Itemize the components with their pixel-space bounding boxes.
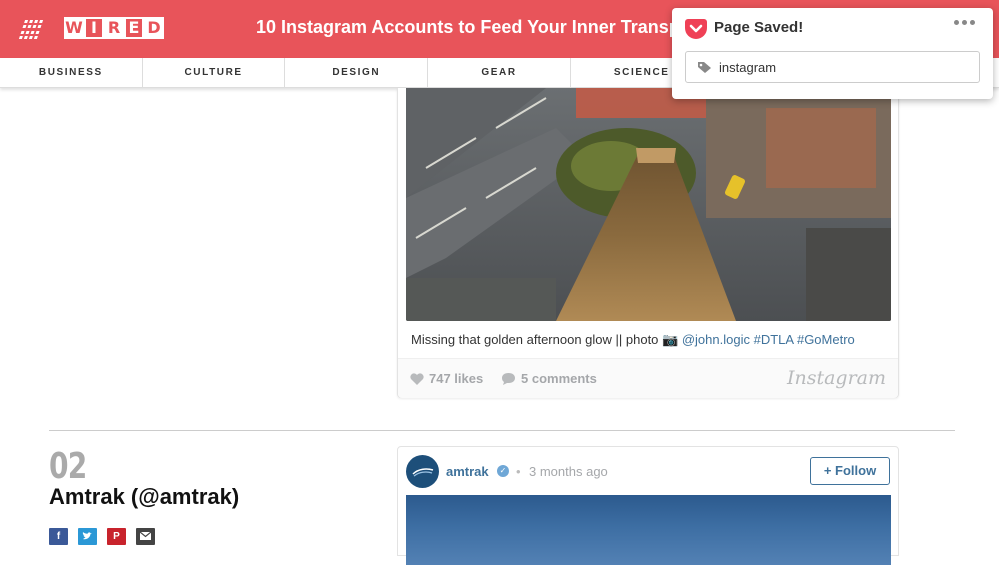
- verified-badge-icon: ✓: [497, 465, 509, 477]
- logo-letter: R: [104, 17, 124, 39]
- pinterest-icon[interactable]: P: [107, 528, 126, 545]
- caption-text: Missing that golden afternoon glow || ph…: [411, 332, 679, 347]
- post-timestamp[interactable]: 3 months ago: [529, 464, 608, 479]
- post-photo[interactable]: [406, 495, 891, 565]
- email-icon[interactable]: [136, 528, 155, 545]
- tag-chip[interactable]: instagram: [719, 60, 776, 75]
- nav-item-design[interactable]: DESIGN: [285, 58, 429, 88]
- list-number: 02: [49, 446, 87, 487]
- instagram-embed: amtrak ✓ • 3 months ago + Follow: [397, 446, 899, 565]
- separator-dot: •: [516, 464, 521, 479]
- follow-button[interactable]: + Follow: [810, 457, 890, 485]
- wired-logo[interactable]: W I R E D: [64, 17, 164, 39]
- section-divider: [49, 430, 955, 431]
- post-username[interactable]: amtrak: [446, 464, 489, 479]
- logo-letter: W: [64, 17, 84, 39]
- section-title: Amtrak (@amtrak): [49, 484, 240, 509]
- tag-icon: [698, 62, 711, 73]
- pocket-title: Page Saved!: [714, 19, 804, 36]
- facebook-icon[interactable]: f: [49, 528, 68, 545]
- comment-icon: [502, 373, 515, 385]
- post-footer: 747 likes 5 comments Instagram: [398, 358, 898, 398]
- likes-count[interactable]: 747 likes: [410, 371, 483, 386]
- caption-hashtag[interactable]: #GoMetro: [797, 332, 855, 347]
- amtrak-logo-icon: [412, 468, 434, 477]
- logo-letter: D: [144, 17, 164, 39]
- pocket-saved-popup: Page Saved! instagram: [672, 8, 993, 99]
- post-caption: Missing that golden afternoon glow || ph…: [411, 332, 855, 348]
- nav-item-culture[interactable]: CULTURE: [143, 58, 286, 88]
- likes-label: 747 likes: [429, 371, 484, 386]
- nav-item-business[interactable]: BUSINESS: [0, 58, 143, 88]
- caption-mention[interactable]: @john.logic: [682, 332, 750, 347]
- aerial-street-photo: [406, 88, 891, 321]
- menu-grid-icon[interactable]: [18, 20, 44, 39]
- instagram-wordmark[interactable]: Instagram: [787, 367, 886, 389]
- share-buttons: f P: [49, 528, 155, 545]
- twitter-icon[interactable]: [78, 528, 97, 545]
- nav-item-gear[interactable]: GEAR: [428, 58, 571, 88]
- instagram-embed: Missing that golden afternoon glow || ph…: [397, 88, 899, 398]
- post-photo[interactable]: [406, 88, 891, 321]
- comments-label: 5 comments: [521, 371, 597, 386]
- article-headline: 10 Instagram Accounts to Feed Your Inner…: [256, 17, 714, 37]
- more-options-icon[interactable]: [954, 20, 975, 25]
- logo-letter: E: [124, 17, 144, 39]
- logo-letter: I: [84, 17, 104, 39]
- heart-icon: [410, 372, 424, 385]
- pocket-logo-icon: [685, 19, 707, 39]
- avatar[interactable]: [406, 455, 439, 488]
- tag-input[interactable]: instagram: [685, 51, 980, 83]
- caption-hashtag[interactable]: #DTLA: [754, 332, 794, 347]
- comments-count[interactable]: 5 comments: [501, 371, 597, 386]
